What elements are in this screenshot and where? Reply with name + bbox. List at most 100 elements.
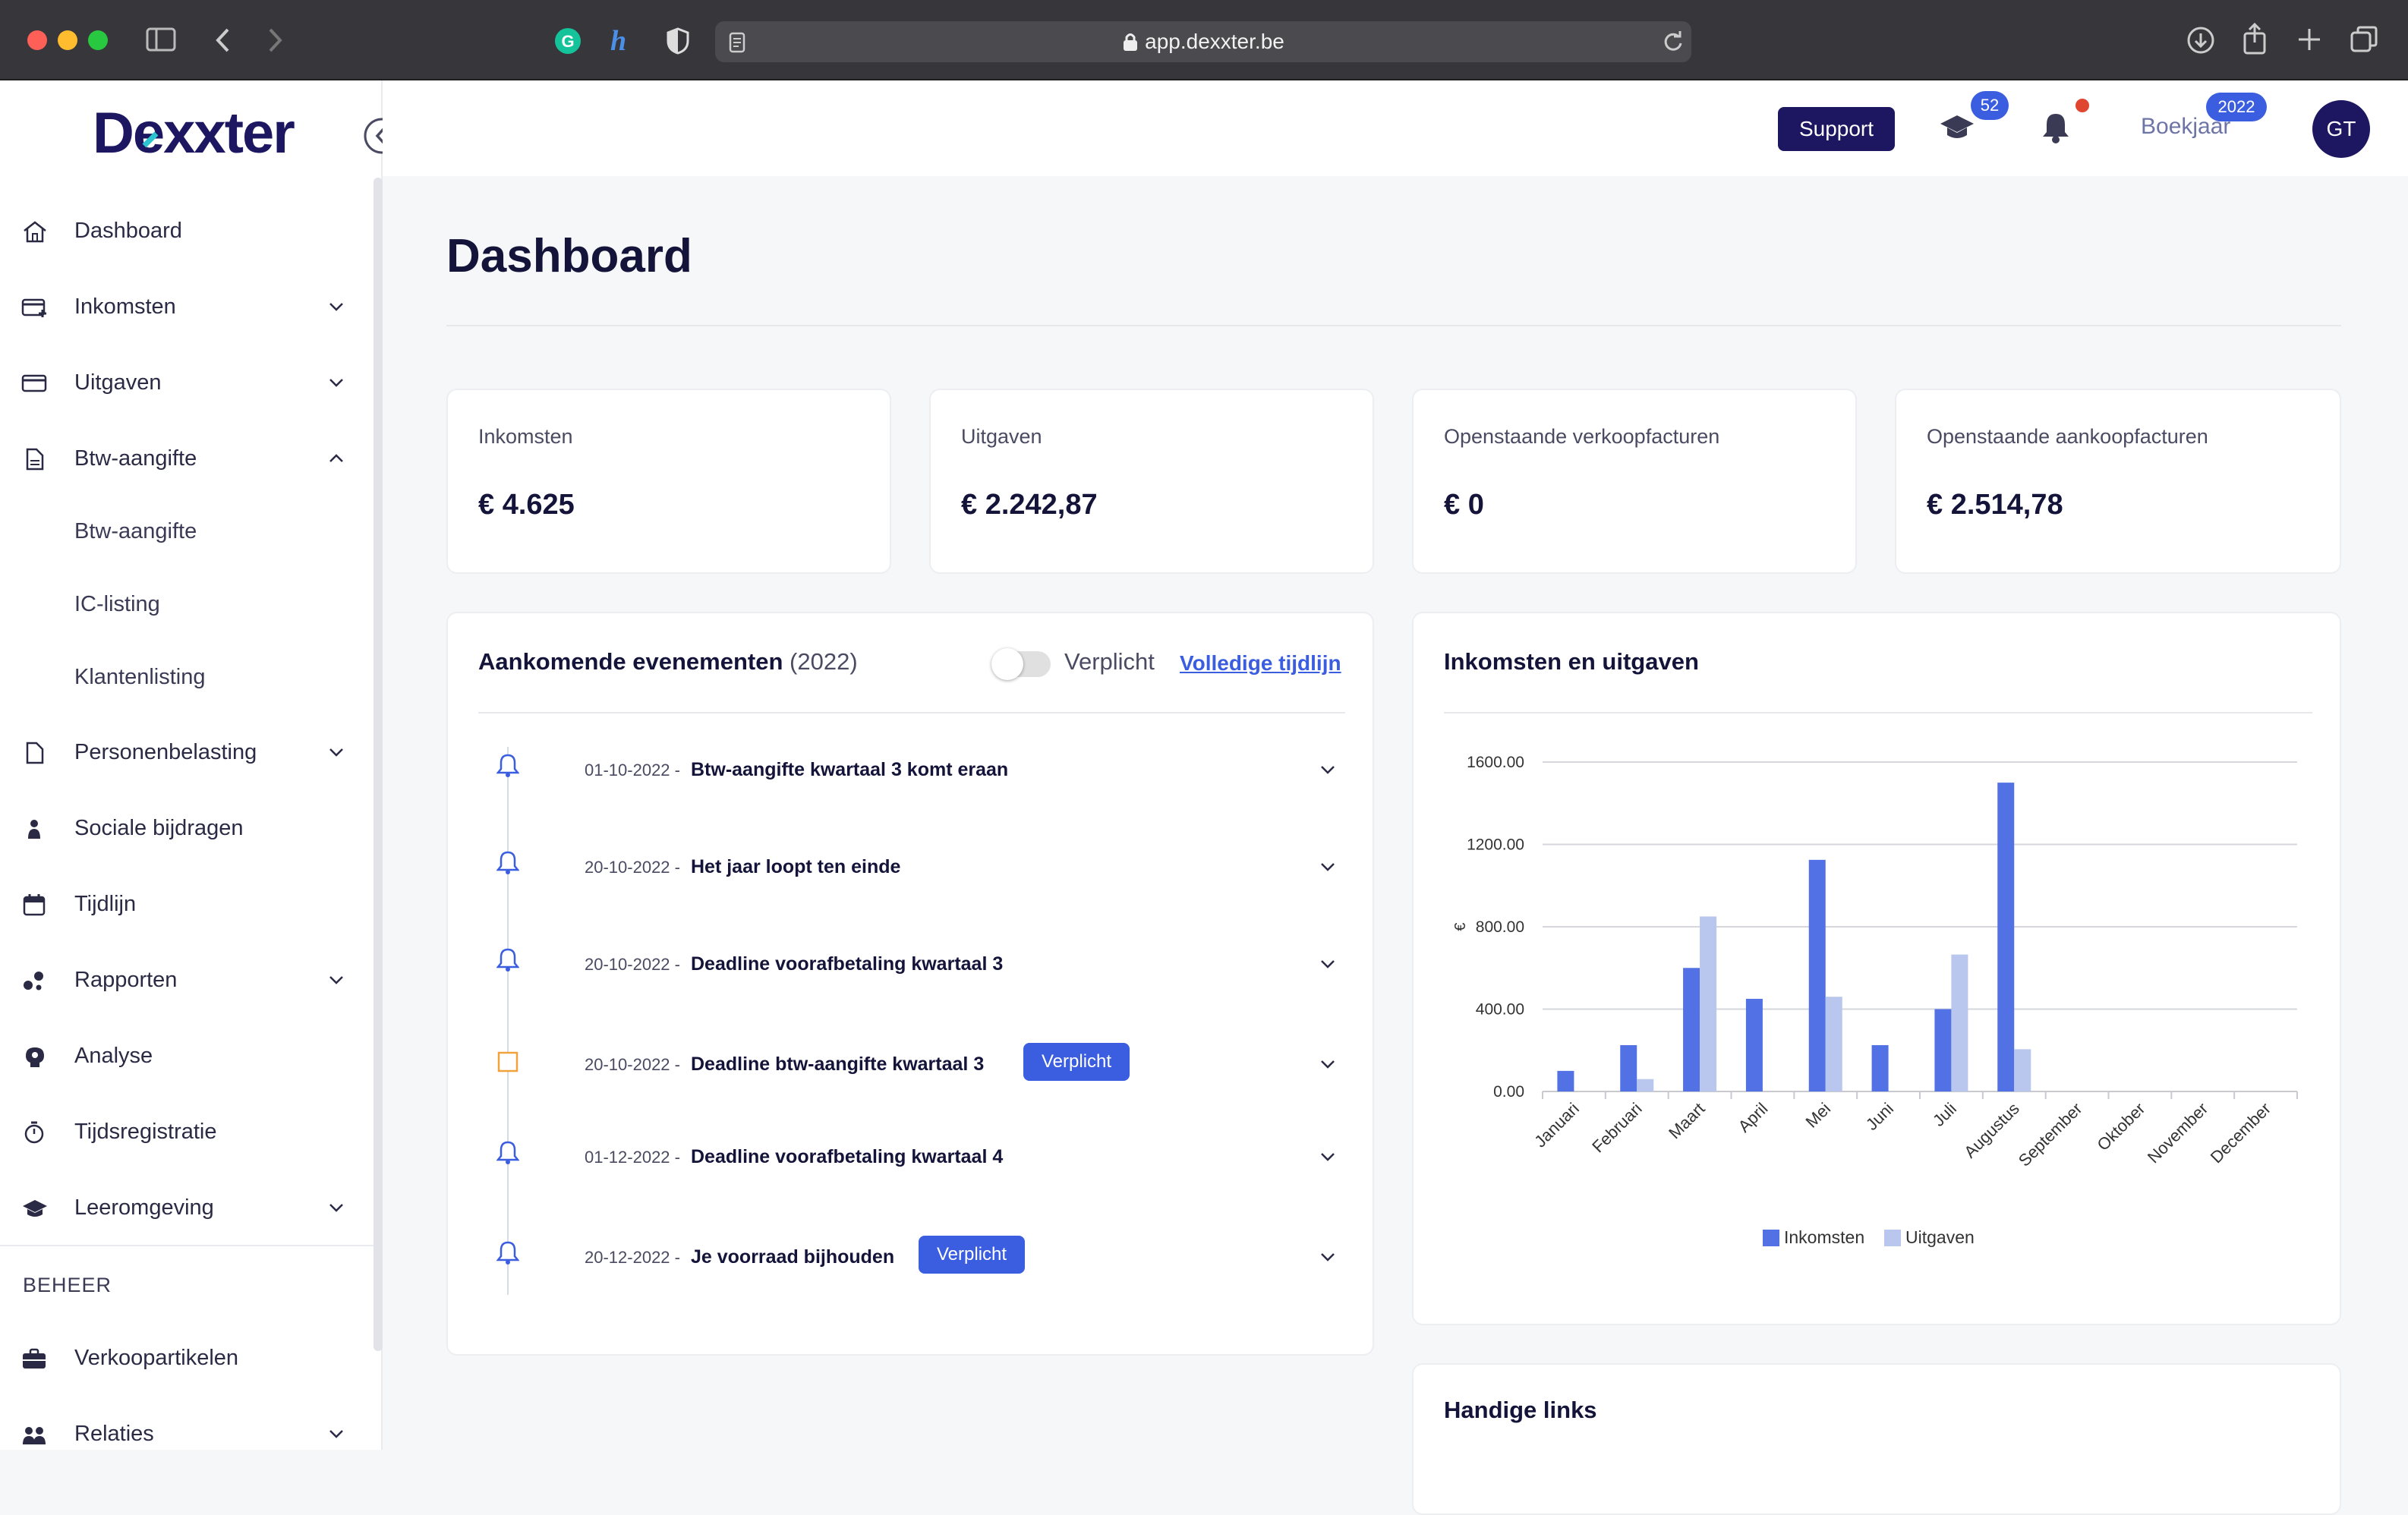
x-tick-label: Februari bbox=[1588, 1099, 1646, 1157]
events-title-text: Aankomende evenementen bbox=[478, 648, 783, 675]
sidebar-item-uitgaven[interactable]: Uitgaven bbox=[0, 352, 364, 413]
sidebar-item-inkomsten[interactable]: Inkomsten bbox=[0, 276, 364, 337]
bookyear-badge: 2022 bbox=[2206, 93, 2267, 121]
bar-uitgaven bbox=[2014, 1049, 2031, 1091]
sidebar-item-analyse[interactable]: Analyse bbox=[0, 1025, 364, 1086]
honey-extension-icon[interactable]: h bbox=[609, 26, 635, 56]
chevron-down-icon bbox=[329, 748, 343, 757]
sidebar-item-tijdsregistratie[interactable]: Tijdsregistratie bbox=[0, 1101, 364, 1162]
support-button[interactable]: Support bbox=[1778, 107, 1895, 151]
sidebar-subitem-ic-listing[interactable]: IC-listing bbox=[74, 592, 160, 617]
address-bar[interactable]: app.dexxter.be bbox=[715, 21, 1691, 62]
stat-value: € 0 bbox=[1444, 489, 1484, 521]
sidebar-item-verkoopartikelen[interactable]: Verkoopartikelen bbox=[0, 1328, 364, 1388]
logo-text: Dexxter bbox=[93, 101, 295, 165]
events-card: Aankomende evenementen (2022) Verplicht … bbox=[446, 612, 1374, 1356]
card-icon bbox=[21, 374, 47, 392]
bar-inkomsten bbox=[1871, 1044, 1889, 1091]
download-icon[interactable] bbox=[2186, 26, 2215, 55]
dexxter-logo[interactable]: Dexxter bbox=[93, 100, 295, 166]
events-divider bbox=[478, 712, 1345, 713]
event-row[interactable]: 01-10-2022 - Btw-aangifte kwartaal 3 kom… bbox=[448, 727, 1366, 788]
x-tick-label: December bbox=[2207, 1099, 2274, 1167]
event-row[interactable]: 20-12-2022 - Je voorraad bijhouden Verpl… bbox=[448, 1214, 1366, 1275]
income-expenses-bar-chart: 0.00 400.00 800.00 1200.00 1600.00 € Januari Fe… bbox=[1452, 754, 2298, 1247]
lock-icon bbox=[1124, 33, 1138, 51]
y-tick-label: 1200.00 bbox=[1467, 836, 1524, 854]
chart-card-title: Inkomsten en uitgaven bbox=[1444, 648, 1699, 675]
tab-overview-icon[interactable] bbox=[2350, 26, 2378, 53]
graduation-cap-icon[interactable] bbox=[1939, 112, 1975, 143]
event-date: 01-10-2022 - bbox=[585, 761, 680, 780]
sidebar-item-label: Personenbelasting bbox=[74, 739, 257, 764]
sidebar-scrollbar[interactable] bbox=[373, 178, 383, 1351]
bell-icon bbox=[496, 948, 519, 972]
sidebar-subitem-klantenlisting[interactable]: Klantenlisting bbox=[74, 665, 206, 690]
chart-icon bbox=[24, 972, 43, 991]
bell-icon[interactable] bbox=[2041, 111, 2071, 144]
sidebar-item-btw-aangifte[interactable]: Btw-aangifte bbox=[0, 428, 364, 489]
sidebar-toggle-icon[interactable] bbox=[146, 27, 176, 52]
maximize-window-button[interactable] bbox=[88, 30, 108, 50]
event-title: Deadline voorafbetaling kwartaal 3 bbox=[691, 953, 1004, 975]
bar-inkomsten bbox=[1683, 968, 1700, 1091]
stat-card-inkomsten: Inkomsten € 4.625 bbox=[446, 389, 891, 574]
y-tick-label: 0.00 bbox=[1493, 1083, 1524, 1101]
useful-links-title: Handige links bbox=[1444, 1397, 1597, 1423]
avatar[interactable]: GT bbox=[2312, 100, 2370, 158]
new-tab-icon[interactable] bbox=[2297, 27, 2321, 52]
sidebar-item-label: Relaties bbox=[74, 1421, 154, 1446]
x-tick-label: September bbox=[2015, 1099, 2086, 1170]
sidebar-item-rapporten[interactable]: Rapporten bbox=[0, 950, 364, 1010]
sidebar-item-label: Tijdlijn bbox=[74, 891, 137, 916]
bar-uitgaven bbox=[1637, 1079, 1654, 1091]
sidebar-item-personenbelasting[interactable]: Personenbelasting bbox=[0, 722, 364, 783]
y-axis-label: € bbox=[1452, 922, 1469, 931]
back-icon[interactable] bbox=[214, 27, 232, 53]
event-row[interactable]: 20-10-2022 - Deadline btw-aangifte kwart… bbox=[448, 1022, 1366, 1082]
chevron-down-icon[interactable] bbox=[1319, 958, 1336, 972]
chevron-down-icon[interactable] bbox=[1319, 1151, 1336, 1164]
home-icon bbox=[24, 221, 46, 243]
app-root: Dexxter Dashboard Inkomsten Uitgaven Btw… bbox=[0, 80, 2408, 1515]
sidebar-item-sociale-bijdragen[interactable]: Sociale bijdragen bbox=[0, 798, 364, 858]
full-timeline-link[interactable]: Volledige tijdlijn bbox=[1180, 651, 1341, 676]
chevron-down-icon[interactable] bbox=[1319, 764, 1336, 777]
sidebar-item-dashboard[interactable]: Dashboard bbox=[0, 200, 364, 261]
grammarly-extension-icon[interactable]: G bbox=[554, 27, 582, 55]
stat-value: € 2.514,78 bbox=[1927, 489, 2063, 521]
bar-inkomsten bbox=[1997, 783, 2015, 1091]
sidebar-subitem-btw-aangifte[interactable]: Btw-aangifte bbox=[74, 519, 197, 544]
x-tick-label: Oktober bbox=[2093, 1099, 2148, 1154]
bar-inkomsten bbox=[1557, 1070, 1574, 1091]
stat-value: € 4.625 bbox=[478, 489, 575, 521]
reader-icon[interactable] bbox=[729, 32, 745, 53]
verplicht-toggle[interactable] bbox=[991, 648, 1051, 680]
person-icon bbox=[28, 820, 40, 839]
event-row[interactable]: 01-12-2022 - Deadline voorafbetaling kwa… bbox=[448, 1114, 1366, 1175]
chevron-down-icon bbox=[329, 1204, 343, 1212]
minimize-window-button[interactable] bbox=[58, 30, 77, 50]
chevron-down-icon[interactable] bbox=[1319, 1058, 1336, 1072]
event-title: Btw-aangifte kwartaal 3 komt eraan bbox=[691, 759, 1009, 780]
checkbox-icon[interactable] bbox=[496, 1050, 519, 1073]
toggle-knob bbox=[991, 648, 1023, 680]
stat-label: Openstaande verkoopfacturen bbox=[1444, 425, 1720, 448]
event-row[interactable]: 20-10-2022 - Deadline voorafbetaling kwa… bbox=[448, 921, 1366, 982]
close-window-button[interactable] bbox=[27, 30, 47, 50]
chevron-down-icon[interactable] bbox=[1319, 1251, 1336, 1265]
bar-inkomsten bbox=[1934, 1009, 1952, 1091]
share-icon[interactable] bbox=[2243, 23, 2267, 55]
forward-icon[interactable] bbox=[266, 27, 284, 53]
privacy-shield-icon[interactable] bbox=[667, 27, 689, 55]
app-header: Support 52 Boekjaar 2022 GT bbox=[383, 80, 2408, 176]
sidebar-item-leeromgeving[interactable]: Leeromgeving bbox=[0, 1177, 364, 1238]
sidebar-item-label: Verkoopartikelen bbox=[74, 1345, 239, 1370]
sidebar-item-relaties[interactable]: Relaties bbox=[0, 1403, 364, 1464]
chevron-down-icon[interactable] bbox=[1319, 861, 1336, 874]
reload-icon[interactable] bbox=[1663, 31, 1684, 52]
sidebar-item-label: Inkomsten bbox=[74, 294, 176, 319]
sidebar-item-tijdlijn[interactable]: Tijdlijn bbox=[0, 874, 364, 934]
event-date: 20-10-2022 - bbox=[585, 1055, 680, 1074]
event-row[interactable]: 20-10-2022 - Het jaar loopt ten einde bbox=[448, 824, 1366, 885]
